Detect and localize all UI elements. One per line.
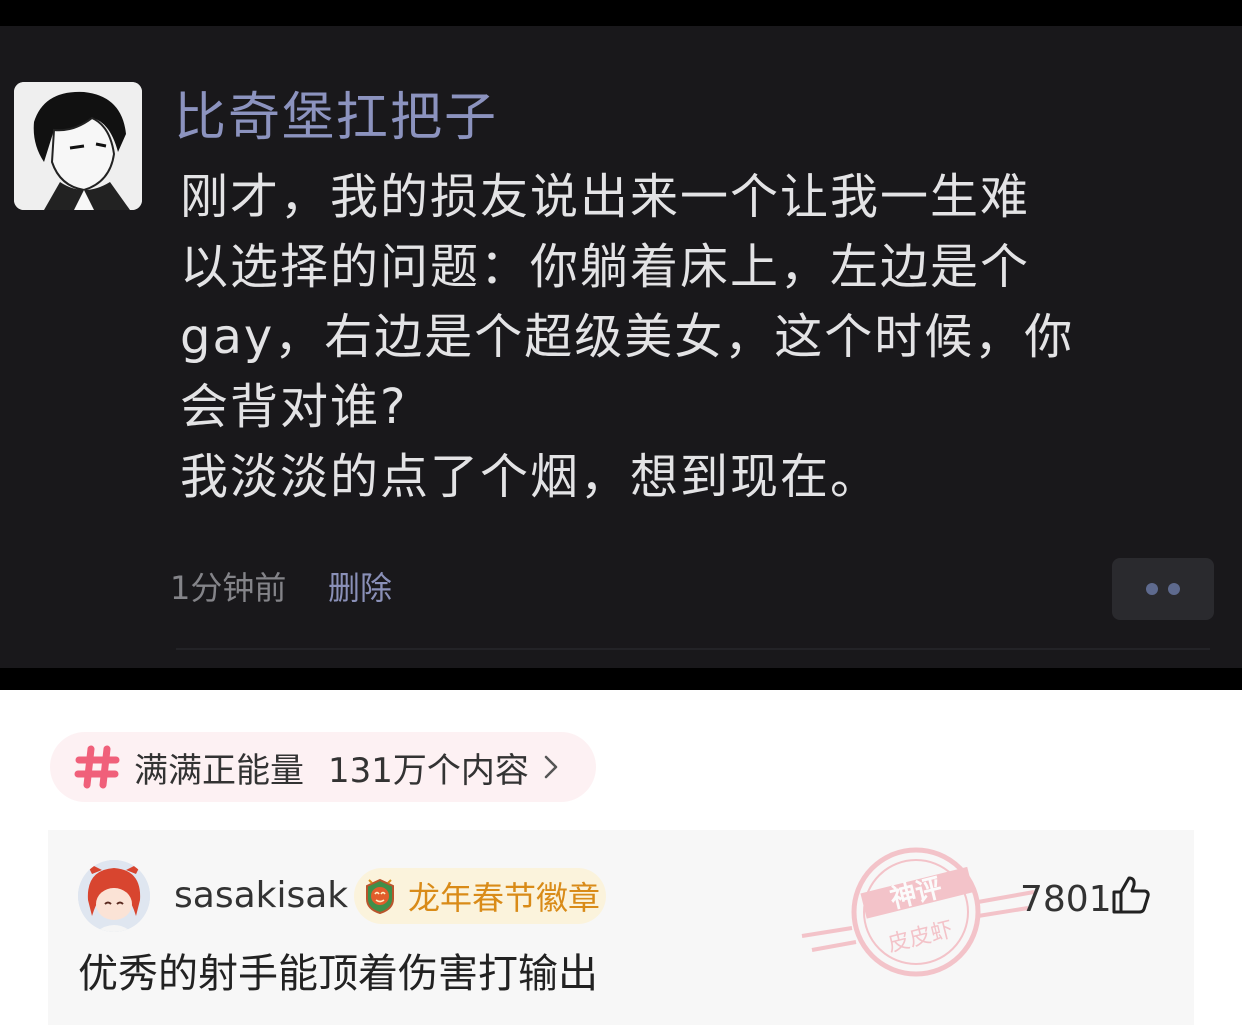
- post-card: 比奇堡扛把子 刚才，我的损友说出来一个让我一生难 以选择的问题：你躺着床上，左边…: [0, 26, 1242, 668]
- badge-label: 龙年春节徽章: [408, 879, 601, 917]
- event-badge[interactable]: 龙年春节徽章: [354, 868, 606, 924]
- comment-avatar[interactable]: [78, 860, 150, 932]
- more-dots-icon: [1168, 583, 1180, 595]
- like-count: 7801: [1020, 879, 1112, 920]
- thumbs-up-icon[interactable]: [1110, 874, 1152, 916]
- chevron-right-icon: [544, 755, 558, 779]
- post-line: 刚才，我的损友说出来一个让我一生难: [180, 169, 1031, 225]
- avatar-icon: [78, 860, 150, 932]
- comment-text: 优秀的射手能顶着伤害打输出: [78, 951, 598, 997]
- post-line: 以选择的问题：你躺着床上，左边是个: [180, 239, 1031, 295]
- delete-link[interactable]: 删除: [328, 568, 392, 608]
- stamp-title: 神评: [887, 873, 945, 915]
- hashtag-icon: [74, 745, 120, 789]
- post-timestamp: 1分钟前: [170, 569, 287, 607]
- post-body: 刚才，我的损友说出来一个让我一生难 以选择的问题：你躺着床上，左边是个 gay，…: [180, 162, 1140, 512]
- topic-chip[interactable]: 满满正能量 131万个内容: [50, 732, 596, 802]
- embedded-screenshot: 比奇堡扛把子 刚才，我的损友说出来一个让我一生难 以选择的问题：你躺着床上，左边…: [0, 0, 1242, 690]
- post-avatar[interactable]: [14, 82, 142, 210]
- divider: [176, 648, 1210, 650]
- topic-name: 满满正能量: [134, 750, 304, 791]
- comment-username[interactable]: sasakisak: [174, 874, 348, 918]
- post-line: 会背对谁?: [180, 379, 408, 435]
- comment-card: sasakisak 龙年春节徽章 优秀的射手能顶着伤害打输出 神评 皮皮虾 78…: [48, 830, 1194, 1025]
- anime-avatar-icon: [14, 82, 142, 210]
- featured-comment-stamp: 神评 皮皮虾: [801, 847, 1035, 977]
- post-line: 我淡淡的点了个烟，想到现在。: [180, 449, 881, 505]
- more-options-button[interactable]: [1112, 558, 1214, 620]
- dragon-badge-icon: [366, 878, 394, 915]
- more-dots-icon: [1146, 583, 1158, 595]
- post-line: gay，右边是个超级美女，这个时候，你: [180, 309, 1075, 365]
- stamp-brand: 皮皮虾: [885, 917, 955, 957]
- topic-count: 131万个内容: [328, 750, 529, 791]
- post-username[interactable]: 比奇堡扛把子: [174, 88, 498, 148]
